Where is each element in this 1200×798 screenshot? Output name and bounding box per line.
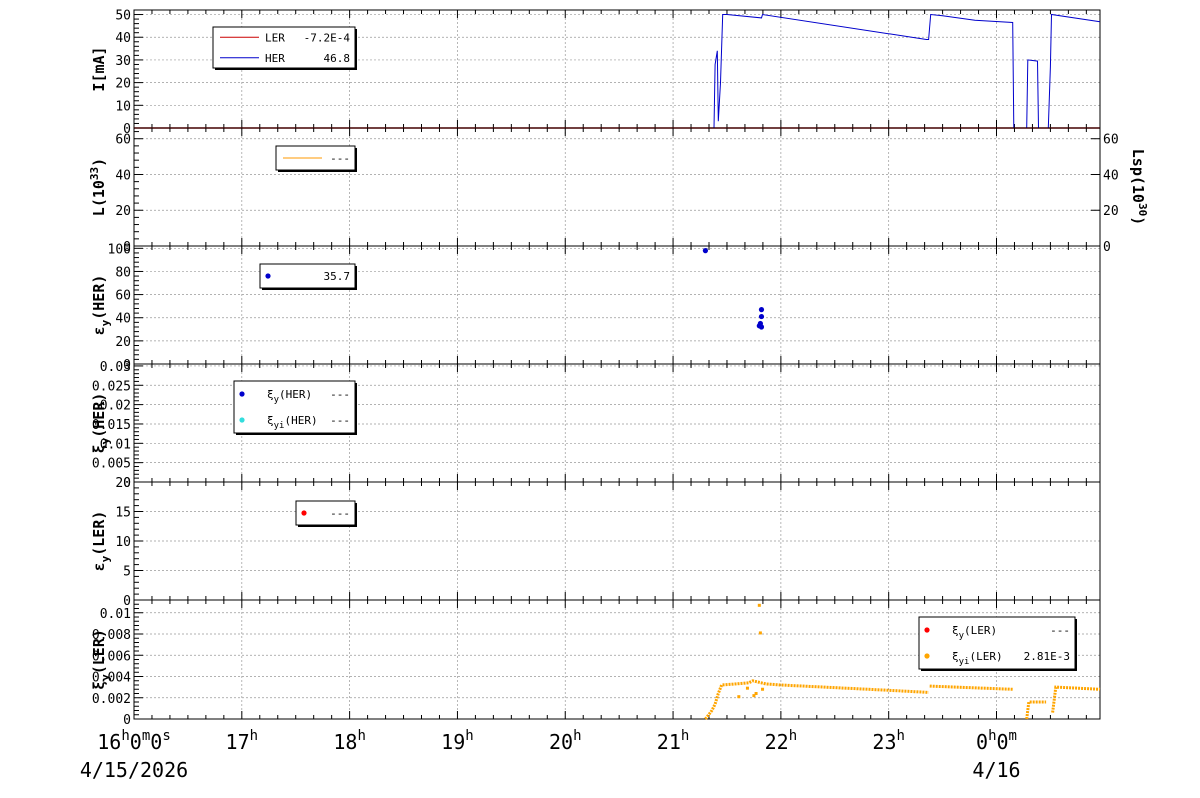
- y-tick-label: 30: [115, 54, 131, 69]
- legend-value: 46.8: [324, 52, 351, 65]
- y-tick-label-right: 40: [1103, 168, 1119, 183]
- y-tick-label: 20: [115, 335, 131, 350]
- time-tick-label: 20h: [549, 728, 582, 754]
- panel-6: 00.0020.0040.0060.0080.01ξy(LER) ξy(LER) -…: [90, 599, 1101, 728]
- y-tick-label-right: 60: [1103, 133, 1119, 148]
- legend-marker: [924, 653, 930, 659]
- time-tick-label: 19h: [441, 728, 474, 754]
- y-axis-title: εy(LER): [90, 511, 112, 572]
- legend-value: -7.2E-4: [304, 31, 351, 44]
- time-tick-label: 17h: [226, 728, 259, 754]
- panel-2: 02040600204060Lsp(1030)L(1033) ---: [88, 127, 1149, 255]
- y-tick-label-right: 0: [1103, 240, 1111, 255]
- y-tick-label: 40: [115, 31, 131, 46]
- data-point: [757, 603, 761, 607]
- legend-value: ---: [330, 152, 350, 165]
- y-tick-label: 0.002: [92, 692, 131, 707]
- legend-value: ---: [330, 388, 350, 401]
- panel-5: 05101520εy(LER) ---: [90, 476, 1101, 609]
- data-point: [761, 687, 765, 691]
- y-tick-label: 0.03: [100, 360, 131, 375]
- date-label: 4/15/2026: [80, 758, 188, 782]
- y-tick-label: 0.025: [92, 379, 131, 394]
- y-axis-title: I[mA]: [90, 46, 108, 91]
- y-axis-title: L(1033): [88, 158, 108, 216]
- data-point: [758, 324, 765, 330]
- time-tick-label: 23h: [872, 728, 905, 754]
- legend-value: 2.81E-3: [1024, 650, 1070, 663]
- time-tick-label: 21h: [657, 728, 690, 754]
- y-tick-label: 40: [115, 312, 131, 327]
- date-label: 4/16: [972, 758, 1020, 782]
- y-axis-title: εy(HER): [90, 275, 112, 336]
- legend-marker: [265, 273, 271, 279]
- time-tick-label: 16h0m0s: [97, 728, 171, 754]
- y-tick-label: 50: [115, 9, 131, 24]
- data-point: [758, 631, 762, 635]
- time-tick-label: 18h: [333, 728, 366, 754]
- panel-4: 00.0050.010.0150.020.0250.03ξy(HER) ξy(HE…: [90, 360, 1101, 491]
- data-point: [702, 248, 709, 254]
- legend-value: ---: [330, 414, 350, 427]
- panel-3: 020406080100εy(HER) 35.7: [90, 242, 1101, 373]
- legend-value: ---: [1050, 624, 1070, 637]
- panel-1: 01020304050I[mA]LER -7.2E-4HER 46.8: [90, 9, 1101, 137]
- data-point: [752, 694, 756, 698]
- series-line-xi-yi-ler: [1051, 685, 1101, 713]
- y-tick-label: 5: [123, 565, 131, 580]
- y-tick-label: 20: [115, 476, 131, 491]
- y-tick-label: 20: [115, 77, 131, 92]
- legend-label: LER: [265, 31, 285, 44]
- time-axis: 16h0m0s 4/15/2026 17h 18h 19h 20h 21h 22h 23h 0h0…: [80, 728, 1021, 782]
- legend-value: ---: [330, 507, 350, 520]
- y-tick-label: 100: [108, 242, 131, 257]
- legend-value: 35.7: [324, 270, 351, 283]
- data-point: [737, 695, 741, 699]
- legend-marker: [239, 417, 245, 423]
- y-axis-title-right: Lsp(1030): [1129, 149, 1149, 225]
- y-tick-label: 40: [115, 168, 131, 183]
- data-point: [758, 313, 765, 320]
- series-line-xi-yi-ler: [929, 684, 1013, 691]
- y-tick-label: 0.005: [92, 457, 131, 472]
- y-tick-label: 20: [115, 204, 131, 219]
- y-tick-label: 10: [115, 99, 131, 114]
- time-tick-label: 0h0m: [976, 728, 1017, 754]
- legend-marker: [239, 391, 245, 397]
- y-tick-label-right: 20: [1103, 204, 1119, 219]
- data-point: [758, 307, 765, 313]
- y-tick-label: 60: [115, 289, 131, 304]
- y-tick-label: 15: [115, 506, 131, 521]
- chart-canvas: 0 10 20 30 40 50 I[mA] LER -7.2E-4 HER 46.8 0 20 40 60…: [0, 0, 1200, 798]
- legend-marker: [924, 627, 930, 633]
- monitor-plots: 0 10 20 30 40 50 I[mA] LER -7.2E-4 HER 46.8 0 20 40 60…: [80, 9, 1149, 782]
- y-tick-label: 80: [115, 265, 131, 280]
- y-tick-label: 0.01: [100, 607, 131, 622]
- series-line-xi-yi-ler: [704, 679, 929, 720]
- time-tick-label: 22h: [765, 728, 798, 754]
- y-tick-label: 0: [123, 713, 131, 728]
- legend-label: HER: [265, 52, 285, 65]
- data-point: [745, 686, 749, 690]
- series-line-xi-yi-ler: [1025, 700, 1047, 720]
- y-tick-label: 10: [115, 535, 131, 550]
- legend-marker: [301, 510, 307, 516]
- y-tick-label: 60: [115, 133, 131, 148]
